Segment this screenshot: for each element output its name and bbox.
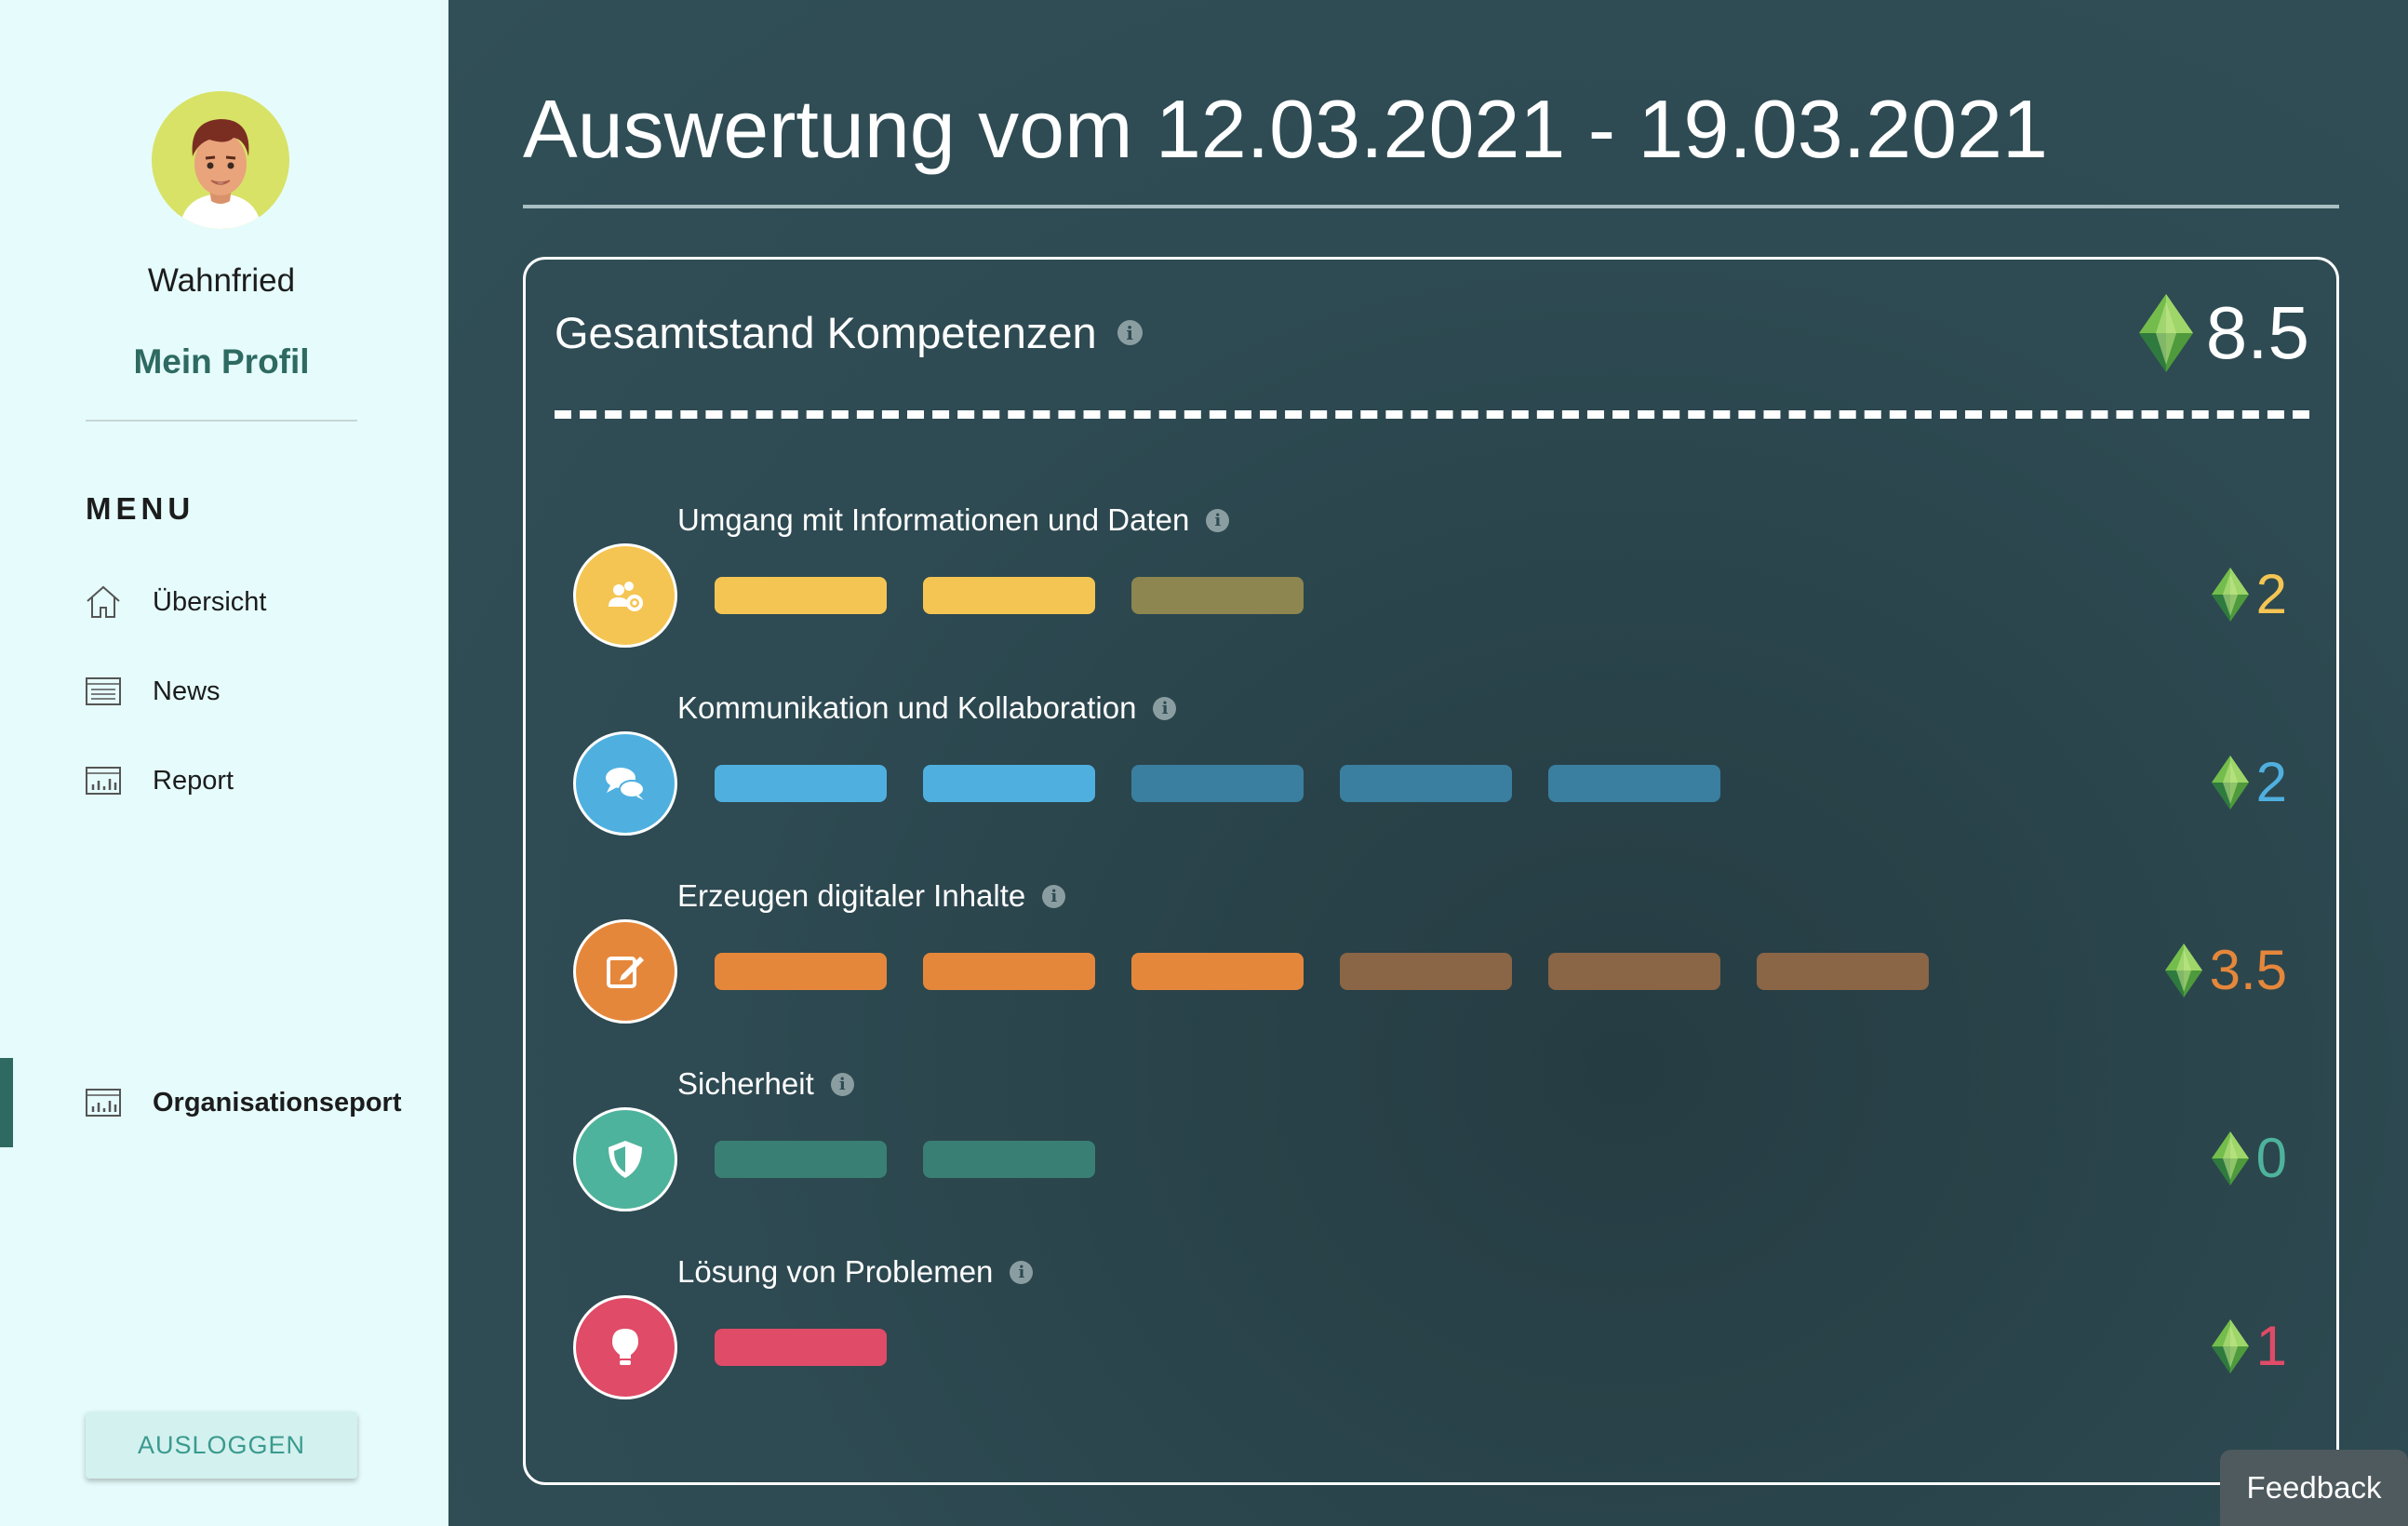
shield-icon [609,1141,642,1178]
sidebar-divider [86,420,357,422]
gem-icon [2211,755,2249,810]
gem-icon [2211,1131,2249,1185]
feedback-button[interactable]: Feedback [2220,1450,2408,1526]
progress-pill-filled [923,577,1095,614]
info-icon[interactable]: i [1010,1260,1034,1284]
competency-label: Lösung von Problemen i [677,1254,1034,1290]
report-icon [86,1089,121,1117]
nav-item-organisationsreport[interactable]: Organisationseport [84,1083,402,1122]
edit-icon [607,957,644,988]
info-icon[interactable]: i [1117,320,1143,345]
competency-label: Erzeugen digitaler Inhalte i [677,878,1066,914]
progress-pill-filled [715,765,887,802]
nav-label: News [153,676,221,706]
avatar[interactable] [152,91,289,229]
competency-icon-circle [573,1107,677,1211]
info-icon[interactable]: i [830,1072,854,1096]
sidebar: Wahnfried Mein Profil MENU Übersicht New… [0,0,448,1526]
progress-pill-filled [715,953,887,990]
competency-score: 3.5 [2164,938,2287,1002]
progress-pill-filled [923,765,1095,802]
progress-pill-empty [1548,765,1720,802]
competency-score-value: 0 [2255,1127,2287,1189]
competency-icon-circle [573,1295,677,1399]
info-icon[interactable]: i [1206,508,1230,532]
nav-label: Organisationseport [153,1087,402,1118]
competency-score: 0 [2211,1126,2287,1190]
competency-label-text: Sicherheit [677,1066,814,1101]
menu-heading: MENU [86,491,195,526]
progress-pill-empty [1548,953,1720,990]
logout-button[interactable]: AUSLOGGEN [86,1412,357,1479]
competency-label: Umgang mit Informationen und Daten i [677,502,1230,538]
home-icon [87,585,120,618]
competency-label-text: Erzeugen digitaler Inhalte [677,878,1026,913]
competency-icon-circle [573,919,677,1024]
username: Wahnfried [147,262,296,299]
competency-score: 1 [2211,1314,2287,1378]
competency-label: Sicherheit i [677,1066,854,1102]
competency-score-value: 2 [2255,751,2287,813]
nav-item-report[interactable]: Report [84,761,234,800]
card-title: Gesamtstand Kompetenzen i [555,307,1143,358]
nav-item-uebersicht[interactable]: Übersicht [84,582,267,622]
profile-link[interactable]: Mein Profil [0,342,443,382]
total-score-value: 8.5 [2205,291,2309,374]
progress-pill-empty [1340,765,1512,802]
competency-label-text: Lösung von Problemen [677,1254,994,1289]
nav-label: Report [153,765,234,796]
competency-label-text: Kommunikation und Kollaboration [677,690,1137,725]
competency-score: 2 [2211,750,2287,814]
competency-label: Kommunikation und Kollaboration i [677,690,1177,726]
gem-icon [2211,567,2249,622]
gem-icon [2164,943,2202,997]
info-icon[interactable]: i [1042,884,1066,908]
progress-pill-empty [923,1141,1095,1178]
competency-score-value: 2 [2255,563,2287,625]
competency-score: 2 [2211,562,2287,626]
competency-icon-circle [573,543,677,648]
people-gear-icon [609,582,643,611]
progress-pill-empty [715,1141,887,1178]
gem-icon [2211,1319,2249,1373]
progress-pill-empty [1340,953,1512,990]
competency-label-text: Umgang mit Informationen und Daten [677,502,1190,537]
progress-pill-filled [923,953,1095,990]
active-indicator [0,1058,13,1147]
gem-icon [2138,294,2193,372]
news-icon [86,677,121,705]
progress-pill-filled [715,577,887,614]
progress-pill-filled [1131,953,1304,990]
nav-label: Übersicht [153,586,267,617]
card-title-text: Gesamtstand Kompetenzen [555,308,1097,357]
nav-item-news[interactable]: News [84,672,221,711]
progress-pill-empty [1131,577,1304,614]
competency-icon-circle [573,731,677,836]
report-icon [86,767,121,795]
competency-card [523,257,2339,1485]
dashed-divider [555,410,2309,419]
page-title: Auswertung vom 12.03.2021 - 19.03.2021 [523,83,2048,175]
competency-score-value: 1 [2255,1315,2287,1377]
chat-bubbles-icon [606,768,645,800]
title-divider [523,205,2339,208]
progress-pill-empty [1757,953,1929,990]
progress-pill-empty [1131,765,1304,802]
lightbulb-icon [612,1329,638,1365]
avatar-illustration-icon [152,91,289,229]
progress-pill-filled [715,1329,887,1366]
info-icon[interactable]: i [1153,696,1177,720]
competency-score-value: 3.5 [2209,939,2287,1001]
total-score: 8.5 [2138,290,2309,376]
